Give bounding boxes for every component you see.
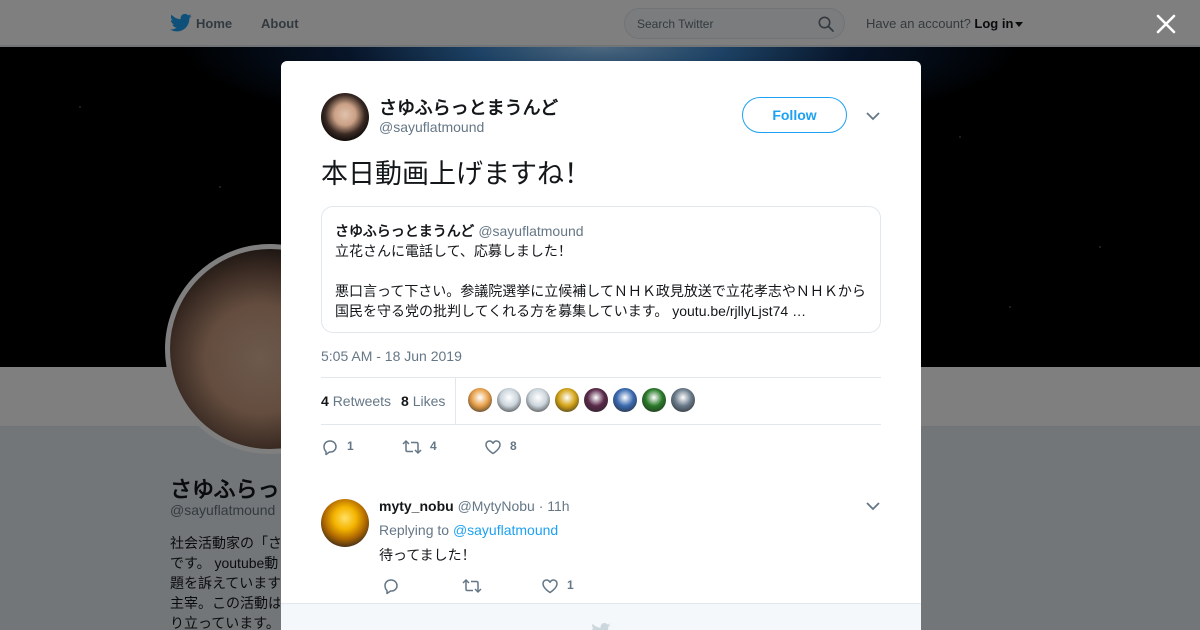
stats-divider [455, 378, 456, 424]
reply-button[interactable]: 1 [321, 436, 354, 456]
retweet-button[interactable] [462, 575, 490, 595]
reply-author-handle[interactable]: @MytyNobu [458, 498, 535, 514]
avatar[interactable] [321, 499, 369, 547]
tweet-actions: 1 4 8 [321, 436, 621, 456]
quoted-author-name: さゆふらっとまうんど [335, 223, 475, 239]
reply-count: 1 [347, 439, 354, 453]
retweet-icon [402, 439, 422, 454]
liker-avatar-7[interactable] [642, 388, 666, 412]
reply-tweet[interactable]: myty_nobu @MytyNobu · 11h Replying to @s… [281, 481, 921, 601]
liker-avatar-2[interactable] [497, 388, 521, 412]
tweet-text: 本日動画上げますね！ [321, 159, 591, 189]
reply-time[interactable]: 11h [547, 498, 569, 514]
close-icon[interactable] [1155, 13, 1177, 35]
tweet-modal: さゆふらっとまうんど @sayuflatmound Follow 本日動画上げま… [281, 61, 921, 630]
liker-avatar-6[interactable] [613, 388, 637, 412]
tweet-author-handle[interactable]: @sayuflatmound [379, 119, 484, 135]
liker-avatar-1[interactable] [468, 388, 492, 412]
quoted-tweet[interactable]: さゆふらっとまうんど @sayuflatmound 立花さんに電話して、応募しまし… [321, 206, 881, 333]
tweet-author-name[interactable]: さゆふらっとまうんど [379, 94, 558, 120]
quoted-tweet-header: さゆふらっとまうんど @sayuflatmound [335, 221, 584, 241]
chevron-down-icon[interactable] [866, 111, 880, 121]
modal-footer [281, 603, 921, 630]
reply-button[interactable] [382, 575, 408, 595]
retweets-stat[interactable]: 4 Retweets [321, 393, 391, 409]
tweet-stats: 4 Retweets 8 Likes [321, 377, 881, 425]
twitter-bird-icon [592, 623, 611, 630]
likes-count: 8 [401, 393, 409, 409]
reply-header: myty_nobu @MytyNobu · 11h [379, 498, 570, 514]
like-count: 1 [567, 578, 574, 592]
liker-avatar-4[interactable] [555, 388, 579, 412]
heart-icon [485, 440, 501, 455]
chevron-down-icon[interactable] [866, 501, 880, 511]
likes-stat[interactable]: 8 Likes [401, 393, 445, 409]
like-button[interactable]: 1 [541, 575, 574, 595]
retweets-count: 4 [321, 393, 329, 409]
tweet-timestamp[interactable]: 5:05 AM - 18 Jun 2019 [321, 348, 462, 364]
retweet-count: 4 [430, 439, 437, 453]
reply-icon [323, 440, 337, 456]
quoted-tweet-text: 立花さんに電話して、応募しました！ 悪口言って下さい。参議院選挙に立候補してＮＨ… [335, 243, 866, 319]
liker-avatar-8[interactable] [671, 388, 695, 412]
like-count: 8 [510, 439, 517, 453]
retweet-button[interactable]: 4 [402, 436, 437, 456]
reply-separator: · [538, 498, 544, 514]
retweets-label: Retweets [332, 393, 392, 409]
heart-icon [542, 579, 558, 594]
reply-author-name[interactable]: myty_nobu [379, 498, 454, 514]
follow-button[interactable]: Follow [742, 97, 847, 133]
liker-avatar-5[interactable] [584, 388, 608, 412]
reply-icon [384, 579, 398, 595]
replying-to-link[interactable]: @sayuflatmound [453, 522, 558, 538]
liker-avatar-3[interactable] [526, 388, 550, 412]
replying-prefix: Replying to [379, 522, 450, 538]
retweet-icon [462, 578, 482, 593]
reply-text: 待ってました！ [379, 547, 476, 563]
avatar[interactable] [321, 93, 369, 141]
like-button[interactable]: 8 [484, 436, 517, 456]
likes-label: Likes [412, 393, 446, 409]
quoted-author-handle: @sayuflatmound [478, 223, 584, 239]
replying-to: Replying to @sayuflatmound [379, 522, 558, 538]
